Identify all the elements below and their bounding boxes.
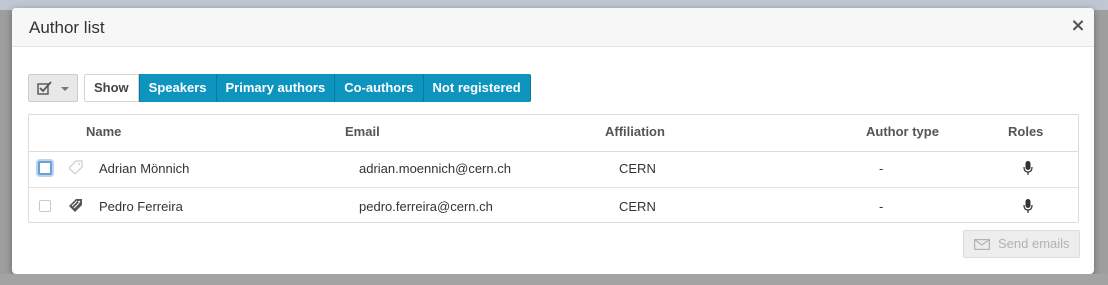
send-emails-label: Send emails [998,236,1070,251]
filter-speakers[interactable]: Speakers [138,74,216,102]
author-table: Name Email Affiliation Author type Roles… [28,114,1079,223]
author-email: pedro.ferreira@cern.ch [359,199,493,214]
filter-primary-authors[interactable]: Primary authors [215,74,335,102]
dialog-header: Author list × [12,8,1094,47]
author-affiliation: CERN [619,161,656,176]
author-list-dialog: Author list × Show Speakers Primary auth… [12,8,1094,274]
table-header: Name Email Affiliation Author type Roles [29,115,1078,152]
author-type: - [879,199,884,214]
page-backdrop-bottom [0,274,1108,285]
select-dropdown-button[interactable] [28,74,78,102]
tag-icon[interactable] [69,160,83,174]
envelope-icon [974,239,990,250]
chevron-down-icon [61,87,69,91]
column-header-email[interactable]: Email [345,124,380,139]
column-header-roles: Roles [1008,124,1044,139]
author-name: Adrian Mönnich [99,161,190,176]
author-email: adrian.moennich@cern.ch [359,161,511,176]
filter-co-authors[interactable]: Co-authors [334,74,423,102]
close-icon[interactable]: × [1070,17,1086,35]
filter-not-registered[interactable]: Not registered [422,74,531,102]
author-affiliation: CERN [619,199,656,214]
column-header-author-type[interactable]: Author type [866,124,939,139]
dialog-title: Author list [29,18,105,37]
row-checkbox[interactable] [39,200,51,212]
table-row: Pedro Ferreira pedro.ferreira@cern.ch CE… [29,189,1078,225]
microphone-icon [1023,161,1033,175]
column-header-affiliation[interactable]: Affiliation [605,124,665,139]
microphone-icon [1023,199,1033,213]
row-checkbox[interactable] [38,161,52,175]
tag-icon[interactable] [69,198,83,212]
column-header-name[interactable]: Name [86,124,121,139]
show-label: Show [84,74,139,102]
role-filter-group: Show Speakers Primary authors Co-authors… [84,74,531,102]
author-type: - [879,161,884,176]
table-row: Adrian Mönnich adrian.moennich@cern.ch C… [29,151,1078,188]
author-name: Pedro Ferreira [99,199,183,214]
send-emails-button[interactable]: Send emails [963,230,1080,258]
checkbox-icon [37,81,52,95]
